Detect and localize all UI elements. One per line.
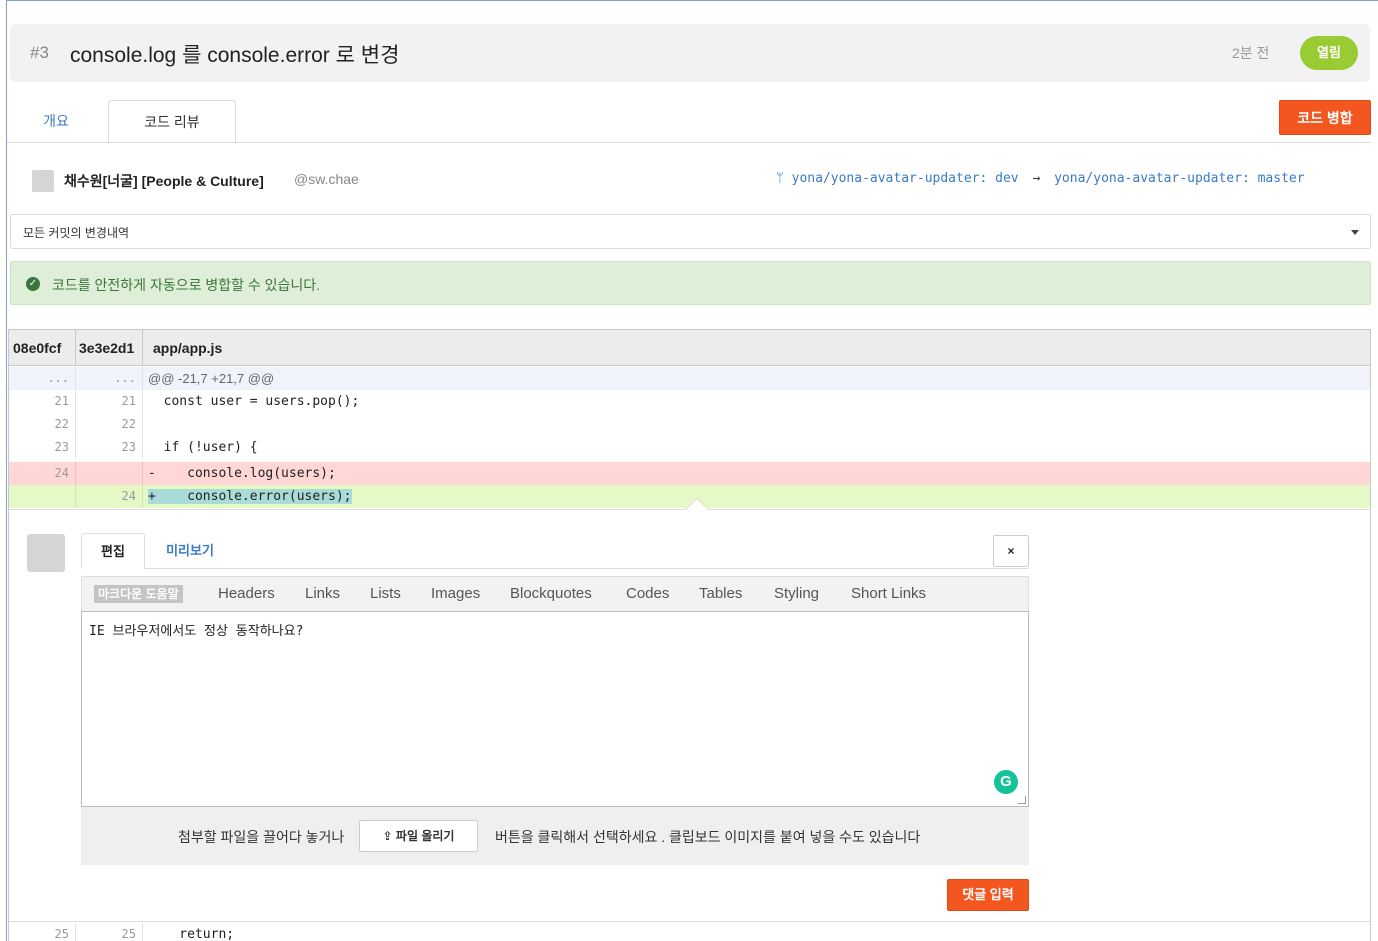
grammarly-icon[interactable]: G xyxy=(994,770,1018,794)
toolbar-codes[interactable]: Codes xyxy=(626,585,669,602)
toolbar-tables[interactable]: Tables xyxy=(699,585,742,602)
line-number-new: 23 xyxy=(76,436,143,459)
comment-textarea[interactable]: IE 브라우저에서도 정상 동작하나요? G xyxy=(81,611,1029,807)
chevron-down-icon xyxy=(1351,230,1359,235)
author-handle[interactable]: @sw.chae xyxy=(294,171,359,187)
upload-icon: ⇪ xyxy=(382,829,393,843)
page-frame-top xyxy=(6,0,1378,1)
close-button[interactable]: × xyxy=(993,535,1029,567)
upload-hint-after: 버튼을 클릭해서 선택하세요 . 클립보드 이미지를 붙여 넣을 수도 있습니다 xyxy=(495,829,921,845)
diff-line-hunk[interactable]: ... ... @@ -21,7 +21,7 @@ xyxy=(9,367,1370,390)
diff-line[interactable]: 23 23 if (!user) { xyxy=(9,436,1370,459)
line-number-old xyxy=(9,485,76,508)
issue-number: #3 xyxy=(30,43,49,62)
line-number-old: 24 xyxy=(9,462,76,485)
title-bar: #3 console.log 를 console.error 로 변경 2분 전… xyxy=(10,24,1370,82)
line-code: - console.log(users); xyxy=(148,466,336,481)
tab-code-review[interactable]: 코드 리뷰 xyxy=(108,100,236,144)
diff-line[interactable]: 21 21 const user = users.pop(); xyxy=(9,390,1370,413)
line-number-new xyxy=(76,462,143,485)
diff-line[interactable]: 22 22 xyxy=(9,413,1370,436)
comment-form: 편집 미리보기 × 마크다운 도움말 Headers Links Lists I… xyxy=(9,509,1370,922)
markdown-toolbar: 마크다운 도움말 Headers Links Lists Images Bloc… xyxy=(81,576,1029,611)
toolbar-links[interactable]: Links xyxy=(305,585,340,602)
upload-dropzone[interactable]: 첨부할 파일을 끌어다 놓거나 ⇪ 파일 올리기 버튼을 클릭해서 선택하세요 … xyxy=(81,807,1029,865)
toolbar-blockquotes[interactable]: Blockquotes xyxy=(510,585,592,602)
avatar[interactable] xyxy=(32,170,54,192)
commit-b-label[interactable]: 3e3e2d1 xyxy=(79,340,134,356)
file-path[interactable]: app/app.js xyxy=(153,340,222,356)
commit-a-label[interactable]: 08e0fcf xyxy=(13,340,61,356)
comment-text: IE 브라우저에서도 정상 동작하나요? xyxy=(89,624,304,639)
diff-header: 08e0fcf 3e3e2d1 app/app.js xyxy=(9,330,1370,366)
source-branch[interactable]: yona/yona-avatar-updater: dev xyxy=(792,171,1019,186)
check-circle-icon: ✓ xyxy=(26,277,40,291)
tabs-divider xyxy=(7,142,1371,143)
toolbar-images[interactable]: Images xyxy=(431,585,480,602)
line-number-new: 21 xyxy=(76,390,143,413)
diff-line[interactable]: 25 25 return; xyxy=(9,923,1370,941)
branch-icon: ᛘ xyxy=(776,171,784,186)
line-number-old: 25 xyxy=(9,923,76,941)
line-code: return; xyxy=(148,927,235,941)
upload-file-label: 파일 올리기 xyxy=(395,829,455,843)
markdown-help-button[interactable]: 마크다운 도움말 xyxy=(94,585,183,603)
line-code: if (!user) { xyxy=(148,440,258,455)
tab-overview[interactable]: 개요 xyxy=(20,100,92,143)
line-number-old: ... xyxy=(9,367,76,390)
branch-info: ᛘ yona/yona-avatar-updater: dev → yona/y… xyxy=(776,171,1305,186)
toolbar-styling[interactable]: Styling xyxy=(774,585,819,602)
line-number-new: ... xyxy=(76,367,143,390)
divider xyxy=(142,330,143,366)
selected-code: + console.error(users); xyxy=(148,489,352,504)
merge-status-text: 코드를 안전하게 자동으로 병합할 수 있습니다. xyxy=(52,277,321,293)
line-code: const user = users.pop(); xyxy=(148,394,360,409)
toolbar-headers[interactable]: Headers xyxy=(218,585,275,602)
resize-handle-icon[interactable] xyxy=(1018,796,1026,804)
merge-status-alert: ✓ 코드를 안전하게 자동으로 병합할 수 있습니다. xyxy=(10,261,1371,305)
author-name[interactable]: 채수원[너굴] [People & Culture] xyxy=(64,171,264,191)
line-number-old: 21 xyxy=(9,390,76,413)
arrow-right-icon: → xyxy=(1032,171,1041,186)
page-title: console.log 를 console.error 로 변경 xyxy=(70,44,400,67)
upload-hint-before: 첨부할 파일을 끌어다 놓거나 xyxy=(178,829,345,845)
divider xyxy=(75,330,76,366)
merge-code-button[interactable]: 코드 병합 xyxy=(1279,100,1371,135)
line-code: + console.error(users); xyxy=(148,485,352,508)
tab-preview[interactable]: 미리보기 xyxy=(155,533,225,569)
upload-file-button[interactable]: ⇪ 파일 올리기 xyxy=(359,820,478,852)
diff-view: 08e0fcf 3e3e2d1 app/app.js ... ... @@ -2… xyxy=(8,329,1371,941)
commit-select-value: 모든 커밋의 변경내역 xyxy=(23,226,130,240)
line-number-old: 23 xyxy=(9,436,76,459)
status-badge: 열림 xyxy=(1300,36,1358,70)
line-number-new: 22 xyxy=(76,413,143,436)
timestamp: 2분 전 xyxy=(1232,45,1270,61)
line-number-new: 24 xyxy=(76,485,143,508)
line-number-new: 25 xyxy=(76,923,143,941)
commit-select[interactable]: 모든 커밋의 변경내역 xyxy=(10,214,1371,249)
tab-edit[interactable]: 편집 xyxy=(81,533,145,569)
submit-comment-button[interactable]: 댓글 입력 xyxy=(947,879,1029,911)
toolbar-short-links[interactable]: Short Links xyxy=(851,585,926,602)
diff-line-deleted[interactable]: 24 - console.log(users); xyxy=(9,462,1370,485)
avatar xyxy=(27,534,65,572)
line-code: @@ -21,7 +21,7 @@ xyxy=(148,371,275,386)
target-branch[interactable]: yona/yona-avatar-updater: master xyxy=(1054,171,1304,186)
line-number-old: 22 xyxy=(9,413,76,436)
toolbar-lists[interactable]: Lists xyxy=(370,585,401,602)
